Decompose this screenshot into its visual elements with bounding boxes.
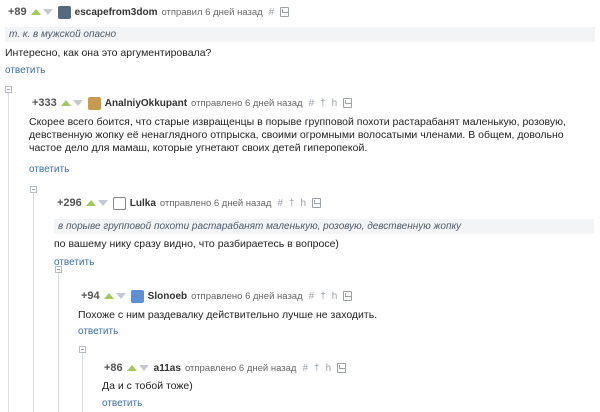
dagger-icon[interactable]: † — [320, 98, 326, 109]
comment-meta: отправил 6 дней назад — [161, 6, 263, 18]
reply-link[interactable]: ответить — [54, 257, 94, 268]
collapse-thread-button[interactable] — [30, 186, 37, 193]
link-icon[interactable]: # — [309, 291, 315, 302]
link-icon[interactable]: # — [269, 7, 275, 18]
collapse-thread-button[interactable] — [5, 86, 12, 93]
avatar[interactable] — [130, 289, 144, 303]
vote-down-icon[interactable] — [42, 9, 53, 15]
comment-header: +86 a11as отправлено 6 дней назад # † h — [104, 359, 347, 377]
avatar[interactable] — [87, 96, 101, 110]
comment-header: +94 Slonoeb отправлено 6 дней назад # † … — [81, 287, 353, 305]
comment-text: по вашему нику сразу видно, что разбирае… — [54, 238, 339, 250]
reply-link[interactable]: ответить — [78, 326, 118, 337]
comment-text: Похоже с ним раздевалку действительно лу… — [78, 309, 378, 321]
link-icon[interactable]: # — [309, 98, 315, 109]
comment-text: Интересно, как она это аргументировала? — [5, 47, 212, 59]
comment-rating: +89 — [8, 6, 27, 18]
save-icon[interactable] — [337, 363, 347, 373]
comment-quote: т. к. в мужской опасно — [5, 27, 595, 42]
comment-text: Скорее всего боится, что старые извращен… — [29, 116, 566, 154]
vote-up-icon[interactable] — [85, 200, 96, 206]
comment-header: +296 Lulka отправлено 6 дней назад # † h — [57, 194, 322, 212]
save-icon[interactable] — [312, 198, 322, 208]
username[interactable]: Slonoeb — [148, 291, 187, 302]
comment-rating: +94 — [81, 290, 100, 302]
username[interactable]: Lulka — [130, 198, 156, 209]
thread-line — [82, 350, 83, 412]
vote-down-icon[interactable] — [115, 293, 126, 299]
comment-header: +333 AnalniyOkkupant отправлено 6 дней н… — [32, 94, 353, 112]
collapse-thread-button[interactable] — [79, 346, 86, 353]
comment-rating: +296 — [57, 197, 82, 209]
avatar[interactable] — [57, 5, 71, 19]
dagger-icon[interactable]: † — [320, 291, 326, 302]
dagger-icon[interactable]: † — [289, 198, 295, 209]
username[interactable]: escapefrom3dom — [75, 7, 158, 18]
save-icon[interactable] — [280, 7, 290, 17]
comment-meta: отправлено 6 дней назад — [191, 97, 303, 109]
vote-down-icon[interactable] — [138, 365, 149, 371]
parent-comment-icon[interactable]: h — [332, 291, 338, 302]
reply-link[interactable]: ответить — [5, 65, 45, 76]
save-icon[interactable] — [343, 98, 353, 108]
link-icon[interactable]: # — [277, 198, 283, 209]
parent-comment-icon[interactable]: h — [301, 198, 307, 209]
vote-down-icon[interactable] — [97, 200, 108, 206]
username[interactable]: AnalniyOkkupant — [105, 98, 187, 109]
comment-text: Да и с тобой тоже) — [102, 380, 193, 392]
comment-meta: отправлено 6 дней назад — [159, 197, 272, 209]
dagger-icon[interactable]: † — [314, 363, 320, 374]
vote-down-icon[interactable] — [72, 100, 83, 106]
vote-up-icon[interactable] — [126, 365, 137, 371]
thread-line — [8, 90, 9, 412]
save-icon[interactable] — [343, 291, 353, 301]
thread-line — [58, 270, 59, 412]
comment-meta: отправлено 6 дней назад — [191, 290, 303, 302]
parent-comment-icon[interactable]: h — [332, 98, 338, 109]
comment-quote: в порыве групповой похоти растарабанят м… — [54, 219, 594, 234]
thread-line — [33, 190, 34, 412]
comment-header: +89 escapefrom3dom отправил 6 дней назад… — [8, 3, 290, 21]
comment-rating: +333 — [32, 97, 57, 109]
comment-rating: +86 — [104, 362, 123, 374]
avatar[interactable] — [112, 196, 126, 210]
link-icon[interactable]: # — [302, 363, 308, 374]
comment-meta: отправлено 6 дней назад — [184, 362, 297, 374]
reply-link[interactable]: ответить — [29, 164, 69, 175]
parent-comment-icon[interactable]: h — [326, 363, 332, 374]
vote-up-icon[interactable] — [60, 100, 71, 106]
vote-up-icon[interactable] — [30, 9, 41, 15]
username[interactable]: a11as — [154, 363, 181, 374]
reply-link[interactable]: ответить — [102, 398, 142, 409]
vote-up-icon[interactable] — [103, 293, 114, 299]
